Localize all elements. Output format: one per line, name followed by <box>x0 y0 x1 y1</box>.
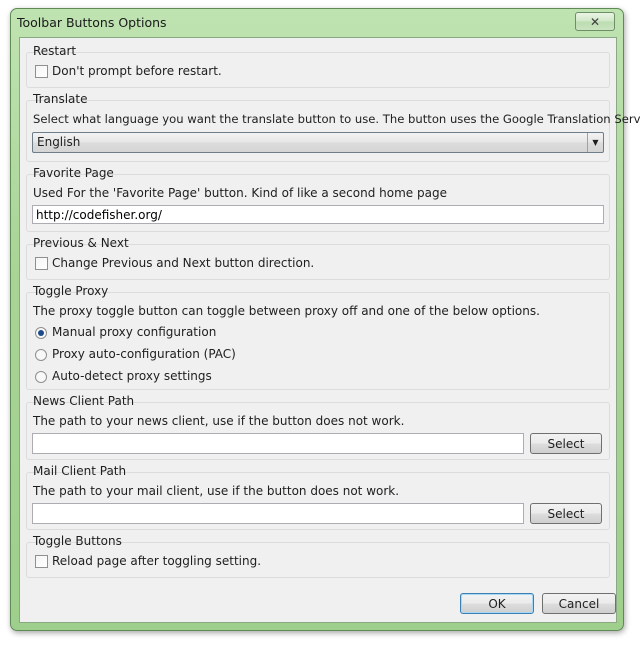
news-client-select-button[interactable]: Select <box>530 433 602 454</box>
news-client-description: The path to your news client, use if the… <box>33 414 405 428</box>
pac-proxy-radio[interactable] <box>35 349 47 361</box>
toggle-proxy-group: Toggle Proxy The proxy toggle button can… <box>26 284 610 390</box>
close-icon: ✕ <box>589 14 601 29</box>
toggle-proxy-description: The proxy toggle button can toggle betwe… <box>33 304 540 318</box>
dont-prompt-restart-checkbox[interactable] <box>35 65 48 78</box>
language-select[interactable]: English ▼ <box>32 132 604 153</box>
toggle-buttons-group-title: Toggle Buttons <box>33 534 122 548</box>
restart-group: Restart Don't prompt before restart. <box>26 44 610 88</box>
pac-proxy-label[interactable]: Proxy auto-configuration (PAC) <box>52 347 236 361</box>
favorite-page-group: Favorite Page Used For the 'Favorite Pag… <box>26 166 610 232</box>
chevron-down-icon[interactable]: ▼ <box>587 133 603 152</box>
ok-button[interactable]: OK <box>460 593 534 614</box>
news-client-group: News Client Path The path to your news c… <box>26 394 610 460</box>
mail-client-group-title: Mail Client Path <box>33 464 127 478</box>
title-bar[interactable]: Toolbar Buttons Options ✕ <box>11 9 623 35</box>
toggle-buttons-group: Toggle Buttons Reload page after togglin… <box>26 534 610 578</box>
translate-description: Select what language you want the transl… <box>33 112 640 126</box>
reload-after-toggle-checkbox[interactable] <box>35 555 48 568</box>
window-title: Toolbar Buttons Options <box>17 15 167 30</box>
manual-proxy-label[interactable]: Manual proxy configuration <box>52 325 216 339</box>
language-selected-value: English <box>37 135 81 149</box>
mail-client-select-button[interactable]: Select <box>530 503 602 524</box>
prev-next-group-title: Previous & Next <box>33 236 129 250</box>
close-button[interactable]: ✕ <box>575 12 615 31</box>
dialog-body: Restart Don't prompt before restart. Tra… <box>19 37 640 623</box>
manual-proxy-radio[interactable] <box>35 327 47 339</box>
translate-group-title: Translate <box>33 92 88 106</box>
favorite-page-input[interactable] <box>32 205 604 224</box>
options-dialog: Toolbar Buttons Options ✕ Restart Don't … <box>10 8 640 631</box>
news-client-group-title: News Client Path <box>33 394 135 408</box>
prev-next-direction-checkbox[interactable] <box>35 257 48 270</box>
mail-client-group: Mail Client Path The path to your mail c… <box>26 464 610 530</box>
mail-client-path-input[interactable] <box>32 503 524 524</box>
prev-next-group: Previous & Next Change Previous and Next… <box>26 236 610 280</box>
restart-group-title: Restart <box>33 44 77 58</box>
translate-group: Translate Select what language you want … <box>26 92 640 162</box>
favorite-page-description: Used For the 'Favorite Page' button. Kin… <box>33 186 447 200</box>
auto-detect-proxy-radio[interactable] <box>35 371 47 383</box>
mail-client-description: The path to your mail client, use if the… <box>33 484 400 498</box>
reload-after-toggle-label[interactable]: Reload page after toggling setting. <box>52 554 261 568</box>
auto-detect-proxy-label[interactable]: Auto-detect proxy settings <box>52 369 212 383</box>
dont-prompt-restart-label[interactable]: Don't prompt before restart. <box>52 64 222 78</box>
prev-next-direction-label[interactable]: Change Previous and Next button directio… <box>52 256 314 270</box>
cancel-button[interactable]: Cancel <box>542 593 616 614</box>
news-client-path-input[interactable] <box>32 433 524 454</box>
favorite-page-group-title: Favorite Page <box>33 166 114 180</box>
toggle-proxy-group-title: Toggle Proxy <box>33 284 109 298</box>
